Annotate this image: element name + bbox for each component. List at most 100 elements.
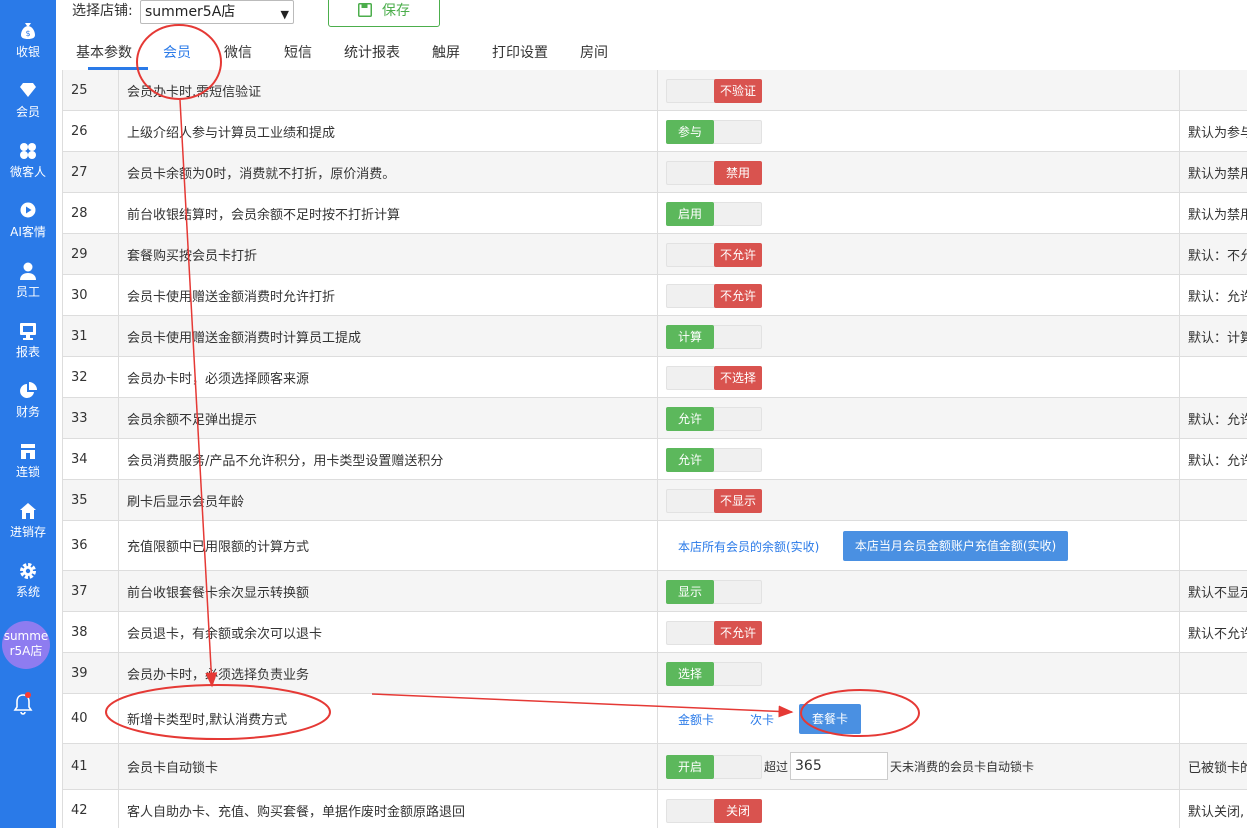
store-select[interactable]: summer5A店 ▼ [140,0,294,24]
tab-rooms[interactable]: 房间 [580,44,608,62]
save-button[interactable]: 保存 [328,0,440,27]
tab-bar: 基本参数 会员 微信 短信 统计报表 触屏 打印设置 房间 [56,36,1247,70]
table-row: 28 前台收银结算时，会员余额不足时按不打折计算 启用 默认为禁用 [63,193,1247,234]
toggle-label: 不验证 [714,79,762,103]
toggle-switch[interactable]: 不允许 [666,621,762,645]
table-row: 31 会员卡使用赠送金额消费时计算员工提成 计算 默认：计算 [63,316,1247,357]
table-row: 27 会员卡余额为0时，消费就不打折，原价消费。 禁用 默认为禁用 [63,152,1247,193]
toggle-switch[interactable]: 不显示 [666,489,762,513]
tab-stat-reports[interactable]: 统计报表 [344,44,400,62]
row-note: 默认不允许 [1188,626,1247,642]
toggle-label: 显示 [666,580,714,604]
toggle-switch[interactable]: 关闭 [666,799,762,823]
sidebar-item-chain[interactable]: 连锁 [0,440,56,490]
table-row: 35 刷卡后显示会员年龄 不显示 [63,480,1247,521]
sidebar-item-label: 连锁 [15,465,40,479]
row-control: 金额卡 次卡 套餐卡 [658,694,1180,743]
tab-member[interactable]: 会员 [163,44,191,62]
row-number: 42 [63,790,119,828]
toggle-switch[interactable]: 禁用 [666,161,762,185]
table-row: 37 前台收银套餐卡余次显示转换额 显示 默认不显示 [63,571,1247,612]
sidebar-item-cashier[interactable]: $ 收银 [0,20,56,70]
row-note [1180,653,1247,693]
row-control: 不验证 [658,70,1180,110]
row-control: 参与 [658,111,1180,151]
sidebar-item-reports[interactable]: 报表 [0,320,56,370]
toggle-switch[interactable]: 不选择 [666,366,762,390]
sidebar-item-wechat-guest[interactable]: 微客人 [0,140,56,190]
row-description: 新增卡类型时,默认消费方式 [119,694,658,743]
toggle-label: 启用 [666,202,714,226]
row-note: 默认：允许 [1188,453,1247,469]
toggle-switch[interactable]: 不允许 [666,243,762,267]
option-link[interactable]: 次卡 [750,711,774,728]
table-row: 30 会员卡使用赠送金额消费时允许打折 不允许 默认：允许 [63,275,1247,316]
sidebar-item-inventory[interactable]: 进销存 [0,500,56,550]
row-note: 默认：不允 [1188,248,1247,264]
toggle-switch[interactable]: 不允许 [666,284,762,308]
tab-wechat[interactable]: 微信 [224,44,252,62]
toggle-label: 允许 [666,407,714,431]
toggle-switch[interactable]: 显示 [666,580,762,604]
store-avatar[interactable]: summer5A店 [2,621,50,669]
save-button-label: 保存 [382,3,410,19]
toggle-switch[interactable]: 参与 [666,120,762,144]
row-description: 会员卡余额为0时，消费就不打折，原价消费。 [119,152,658,192]
table-row: 25 会员办卡时,需短信验证 不验证 [63,70,1247,111]
play-circle-icon [0,202,56,224]
lock-days-input[interactable]: 365 [790,752,888,780]
row-note [1180,521,1247,570]
diamond-icon [0,82,56,104]
floppy-disk-icon [358,3,372,17]
option-link[interactable]: 金额卡 [678,711,714,728]
table-row: 36 充值限额中已用限额的计算方式 本店所有会员的余额(实收) 本店当月会员金额账户充… [63,521,1247,571]
tab-sms[interactable]: 短信 [284,44,312,62]
row-note: 默认不显示 [1188,585,1247,601]
option-link[interactable]: 本店所有会员的余额(实收) [678,538,819,555]
sidebar-item-system[interactable]: 系统 [0,560,56,610]
row-description: 会员卡使用赠送金额消费时计算员工提成 [119,316,658,356]
toggle-switch[interactable]: 允许 [666,407,762,431]
row-control: 不选择 [658,357,1180,397]
tab-print-settings[interactable]: 打印设置 [492,44,548,62]
toggle-switch[interactable]: 选择 [666,662,762,686]
row-description: 会员消费服务/产品不允许积分，用卡类型设置赠送积分 [119,439,658,479]
row-note: 默认：允许 [1188,289,1247,305]
toggle-label: 不允许 [714,284,762,308]
sidebar-item-member[interactable]: 会员 [0,80,56,130]
toggle-switch[interactable]: 开启 [666,755,762,779]
toggle-label: 允许 [666,448,714,472]
row-description: 上级介绍人参与计算员工业绩和提成 [119,111,658,151]
table-row: 32 会员办卡时，必须选择顾客来源 不选择 [63,357,1247,398]
toggle-label: 不允许 [714,243,762,267]
toggle-switch[interactable]: 计算 [666,325,762,349]
row-description: 充值限额中已用限额的计算方式 [119,521,658,570]
toggle-switch[interactable]: 允许 [666,448,762,472]
sidebar-item-finance[interactable]: 财务 [0,380,56,430]
toggle-switch[interactable]: 不验证 [666,79,762,103]
sidebar-item-label: 报表 [15,345,40,359]
row-control: 开启 超过 365 天未消费的会员卡自动锁卡 [658,744,1180,789]
option-selected-button[interactable]: 套餐卡 [799,704,861,734]
toggle-switch[interactable]: 启用 [666,202,762,226]
sidebar: $ 收银 会员 微客人 AI客情 员工 报表 财务 连锁 进销存 系统 summ… [0,0,56,828]
header: 选择店铺: summer5A店 ▼ 保存 基本参数 会员 微信 短信 统计报表 … [56,0,1247,70]
row-note [1180,694,1247,743]
lock-suffix-label: 天未消费的会员卡自动锁卡 [890,760,1035,774]
row-description: 会员退卡，有余额或余次可以退卡 [119,612,658,652]
row-number: 25 [63,70,119,110]
row-control: 允许 [658,398,1180,438]
home-icon [0,502,56,524]
tab-basic-params[interactable]: 基本参数 [76,44,132,62]
tab-touchscreen[interactable]: 触屏 [432,44,460,62]
option-selected-button[interactable]: 本店当月会员金额账户充值金额(实收) [843,531,1068,561]
sidebar-item-ai-client[interactable]: AI客情 [0,200,56,250]
row-description: 会员余额不足弹出提示 [119,398,658,438]
lock-prefix-label: 超过 [764,760,789,774]
row-number: 29 [63,234,119,274]
row-control: 允许 [658,439,1180,479]
sidebar-item-label: 员工 [15,285,40,299]
row-note [1180,70,1247,110]
table-row: 39 会员办卡时，必须选择负责业务 选择 [63,653,1247,694]
sidebar-item-staff[interactable]: 员工 [0,260,56,310]
